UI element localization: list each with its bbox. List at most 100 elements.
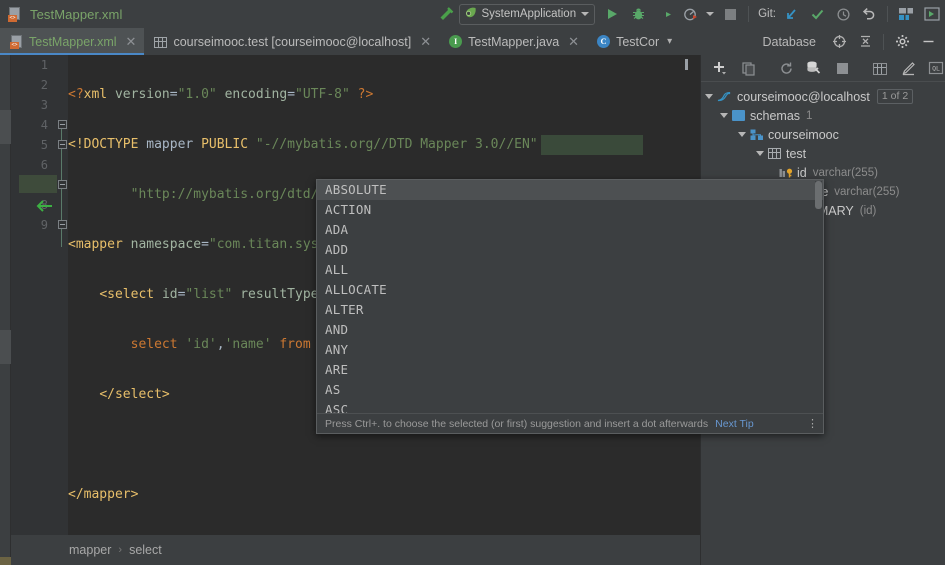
completion-hint-text: Press Ctrl+. to choose the selected (or … (325, 417, 709, 430)
run-configuration-label: SystemApplication (481, 8, 577, 20)
intellij-window: <> TestMapper.xml SystemApplication Git:… (0, 0, 945, 565)
more-options-icon[interactable]: ⋮ (807, 418, 818, 429)
crosshair-locate-icon[interactable] (826, 30, 852, 54)
copy-duplicate-icon[interactable] (735, 56, 761, 80)
left-bar-nub-2[interactable] (0, 330, 11, 364)
rollback-undo-icon[interactable] (856, 2, 882, 26)
db-node-label: courseimooc (768, 127, 839, 142)
close-icon[interactable]: ✕ (420, 34, 431, 50)
run-with-coverage-icon[interactable] (651, 2, 677, 26)
chevron-down-icon[interactable] (581, 12, 590, 16)
next-tip-link[interactable]: Next Tip (715, 418, 754, 430)
table-editor-icon[interactable] (867, 56, 893, 80)
update-project-arrow-icon[interactable] (778, 2, 804, 26)
window-title: TestMapper.xml (30, 6, 123, 22)
run-configuration-selector[interactable]: SystemApplication (458, 3, 596, 25)
tab-label: courseimooc.test [courseimooc@localhost] (173, 34, 412, 49)
chevron-expanded-icon[interactable] (738, 132, 746, 137)
run-play-icon[interactable] (599, 2, 625, 26)
completion-item[interactable]: ADA (317, 220, 823, 240)
profiler-icon[interactable] (677, 2, 703, 26)
db-tree-node-courseimooc[interactable]: courseimooc (701, 125, 945, 144)
commit-checkmark-icon[interactable] (804, 2, 830, 26)
green-left-arrow-icon[interactable] (35, 199, 53, 213)
close-icon[interactable]: ✕ (568, 34, 579, 50)
refresh-sync-icon[interactable] (773, 56, 799, 80)
datasource-mysql-icon (717, 91, 732, 103)
code-folding-column[interactable] (56, 55, 68, 535)
db-node-sub: varchar(255) (812, 166, 878, 179)
db-node-label: test (786, 146, 807, 161)
db-tree-node-datasource[interactable]: courseimooc@localhost 1 of 2 (701, 87, 945, 106)
breadcrumb-item-mapper[interactable]: mapper (69, 543, 111, 557)
fold-toggle-mapper[interactable] (58, 120, 67, 129)
datasource-badge: 1 of 2 (876, 89, 914, 104)
completion-item[interactable]: ALL (317, 260, 823, 280)
fold-toggle-mapper-close[interactable] (58, 220, 67, 229)
line-number: 1 (40, 58, 48, 72)
completion-item[interactable]: ALTER (317, 300, 823, 320)
stop-square-icon[interactable] (717, 2, 743, 26)
fold-toggle-select-open[interactable] (58, 140, 67, 149)
tab-testmapper-java[interactable]: I TestMapper.java ✕ (439, 28, 587, 55)
completion-item[interactable]: ANY (317, 340, 823, 360)
editor-tab-strip: <> TestMapper.xml ✕ courseimooc.test [co… (0, 28, 945, 55)
minimize-icon[interactable] (915, 30, 941, 54)
select-in-icon[interactable] (919, 2, 945, 26)
code-completion-popup[interactable]: ABSOLUTE ACTION ADA ADD ALL ALLOCATE ALT… (316, 179, 824, 434)
project-structure-icon[interactable] (893, 2, 919, 26)
db-node-label: schemas (750, 108, 801, 123)
title-bar: <> TestMapper.xml SystemApplication Git: (0, 0, 945, 28)
left-tool-window-bar[interactable] (0, 55, 11, 565)
completion-hint-bar: Press Ctrl+. to choose the selected (or … (317, 413, 823, 433)
history-clock-icon[interactable] (830, 2, 856, 26)
completion-item[interactable]: ABSOLUTE (317, 180, 823, 200)
toolbar-divider-2 (887, 6, 888, 22)
bottom-left-indicator (0, 557, 11, 565)
completion-item[interactable]: ALLOCATE (317, 280, 823, 300)
db-tree-node-test-table[interactable]: test (701, 144, 945, 163)
column-key-icon (779, 167, 793, 178)
completion-scrollbar-thumb[interactable] (815, 181, 822, 209)
completion-item[interactable]: ACTION (317, 200, 823, 220)
chevron-expanded-icon[interactable] (756, 151, 764, 156)
edit-pencil-icon[interactable] (895, 56, 921, 80)
hammer-icon[interactable] (433, 2, 459, 26)
datasource-properties-icon[interactable] (801, 56, 827, 80)
completion-item[interactable]: ARE (317, 360, 823, 380)
close-icon[interactable]: ✕ (126, 34, 137, 50)
completion-list[interactable]: ABSOLUTE ACTION ADA ADD ALL ALLOCATE ALT… (317, 180, 823, 415)
gear-icon[interactable] (889, 30, 915, 54)
ql-console-icon[interactable]: QL (923, 56, 945, 80)
stop-square-icon[interactable] (829, 56, 855, 80)
table-icon (768, 148, 781, 159)
completion-item[interactable]: AND (317, 320, 823, 340)
chevron-expanded-icon[interactable] (720, 113, 728, 118)
debug-bug-icon[interactable] (625, 2, 651, 26)
completion-scrollbar[interactable] (815, 181, 822, 414)
left-bar-nub-1[interactable] (0, 110, 11, 144)
chevron-expanded-icon[interactable] (705, 94, 713, 99)
breadcrumb[interactable]: mapper › select (11, 535, 700, 565)
line-number: 9 (40, 218, 48, 232)
completion-item[interactable]: AS (317, 380, 823, 400)
tab-courseimooc-test[interactable]: courseimooc.test [courseimooc@localhost]… (144, 28, 439, 55)
line-number-gutter: 1 2 3 4 5 6 7 8 9 (11, 55, 56, 535)
plus-add-icon[interactable] (707, 56, 733, 80)
toolbar-divider (748, 6, 750, 22)
profiler-dropdown-chevron-down-icon[interactable] (703, 2, 717, 26)
collapse-all-icon[interactable] (852, 30, 878, 54)
breadcrumb-item-select[interactable]: select (129, 543, 162, 557)
tab-testcor[interactable]: C TestCor ▾ (587, 28, 680, 55)
db-tree-node-schemas[interactable]: schemas 1 (701, 106, 945, 125)
tab-testmapper-xml[interactable]: <> TestMapper.xml ✕ (0, 28, 145, 55)
completion-item[interactable]: ADD (317, 240, 823, 260)
db-node-label: id (797, 165, 807, 180)
code-line-9: </mapper> (68, 487, 139, 502)
chevron-down-icon[interactable]: ▾ (667, 36, 672, 47)
line-number: 5 (40, 138, 48, 152)
git-label: Git: (758, 8, 776, 20)
fold-toggle-select-close[interactable] (58, 180, 67, 189)
db-table-icon (154, 35, 168, 49)
database-vertical-scrollbar[interactable] (935, 82, 945, 565)
